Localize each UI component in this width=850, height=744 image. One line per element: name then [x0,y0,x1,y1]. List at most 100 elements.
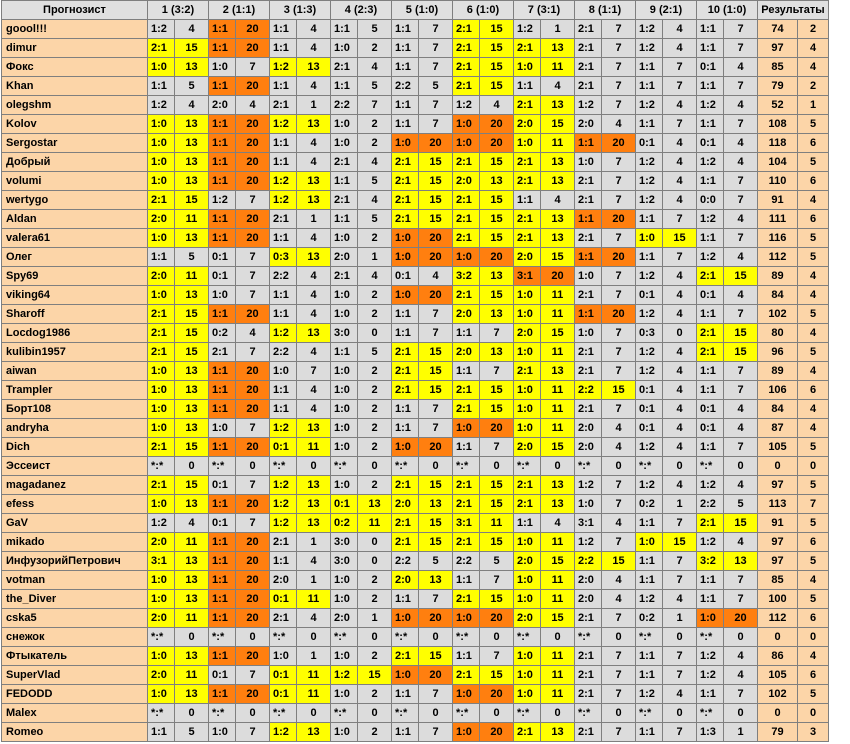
prediction-score: 3:0 [330,551,358,571]
prediction-score: *:* [147,627,175,647]
prediction-score: 1:0 [330,722,358,742]
prediction-points: 20 [479,418,514,438]
prediction-points: 15 [601,380,636,400]
exact-count: 7 [797,494,829,514]
table-row: Spy69 2:0 11 0:1 7 2:2 4 2:1 4 0:1 4 3:2 13 3:1 20 1:0 7… [1,266,829,286]
prediction-score: 1:0 [574,266,602,286]
prediction-score: 1:1 [635,551,663,571]
total-points: 112 [757,608,798,628]
prediction-points: 15 [174,304,209,324]
exact-count: 0 [797,627,829,647]
prediction-points: 7 [723,190,758,210]
prediction-points: 13 [357,494,392,514]
prediction-points: 15 [540,323,575,343]
total-points: 0 [757,703,798,723]
prediction-points: 7 [479,437,514,457]
prediction-points: 11 [540,57,575,77]
prediction-points: 7 [601,475,636,495]
prediction-score: *:* [635,627,663,647]
prediction-points: 7 [723,570,758,590]
prediction-points: 13 [174,114,209,134]
prediction-points: 4 [174,513,209,533]
prediction-points: 4 [418,266,453,286]
prediction-score: 0:1 [696,133,724,153]
prediction-points: 0 [479,627,514,647]
prediction-score: 1:1 [452,570,480,590]
prediction-points: 0 [174,456,209,476]
prediction-points: 7 [418,418,453,438]
prediction-points: 4 [723,475,758,495]
prediction-points: 0 [662,456,697,476]
prediction-points: 20 [601,304,636,324]
prediction-score: 1:1 [696,570,724,590]
exact-count: 5 [797,342,829,362]
prediction-score: 1:2 [635,361,663,381]
total-points: 74 [757,19,798,39]
table-row: Malex *:* 0 *:* 0 *:* 0 *:* 0 *:* 0 *:* 0 *:* 0 *:* 0 *:*… [1,703,829,723]
prediction-score: *:* [696,627,724,647]
prediction-score: *:* [452,456,480,476]
table-row: Kolov 1:0 13 1:1 20 1:2 13 1:0 2 1:1 7 1:0 20 2:0 15 2:… [1,114,829,134]
prediction-points: 1 [723,722,758,742]
prediction-points: 7 [723,171,758,191]
prediction-score: 1:1 [208,437,236,457]
prediction-score: 2:1 [147,38,175,58]
prediction-points: 4 [479,95,514,115]
prediction-points: 15 [174,342,209,362]
prediction-points: 4 [662,361,697,381]
prediction-score: 1:1 [208,551,236,571]
prediction-score: 1:1 [269,19,297,39]
player-name: Олег [1,247,148,267]
prediction-points: 0 [418,456,453,476]
prediction-score: 1:0 [330,437,358,457]
prediction-score: 1:0 [330,418,358,438]
prediction-points: 4 [723,247,758,267]
prediction-score: 1:0 [330,399,358,419]
total-points: 91 [757,190,798,210]
prediction-score: 2:0 [391,494,419,514]
prediction-score: 2:1 [452,190,480,210]
prediction-score: 1:1 [269,76,297,96]
prediction-score: 1:1 [574,304,602,324]
prediction-score: 2:0 [147,266,175,286]
prediction-score: 2:0 [513,247,541,267]
total-points: 86 [757,646,798,666]
prediction-score: 1:1 [513,190,541,210]
prediction-points: 7 [235,342,270,362]
prediction-points: 7 [418,722,453,742]
prediction-score: 2:1 [452,76,480,96]
total-points: 105 [757,437,798,457]
prediction-score: 1:0 [635,228,663,248]
prediction-score: 2:2 [696,494,724,514]
prediction-points: 15 [418,513,453,533]
prediction-points: 7 [723,684,758,704]
total-points: 85 [757,57,798,77]
prediction-score: 2:1 [391,152,419,172]
prediction-points: 4 [296,380,331,400]
prediction-points: 4 [357,57,392,77]
prediction-points: 4 [296,19,331,39]
prediction-score: 1:1 [208,570,236,590]
prediction-score: 1:0 [513,589,541,609]
prediction-points: 4 [296,608,331,628]
prediction-points: 15 [418,532,453,552]
prediction-score: 1:0 [513,57,541,77]
prediction-points: 7 [235,418,270,438]
table-row: снежок *:* 0 *:* 0 *:* 0 *:* 0 *:* 0 *:* 0 *:* 0 *:* 0 *:… [1,627,829,647]
prediction-score: 0:1 [635,380,663,400]
prediction-score: 1:2 [696,665,724,685]
prediction-score: 2:0 [574,570,602,590]
prediction-points: 7 [357,95,392,115]
prediction-points: 4 [723,95,758,115]
prediction-points: 7 [479,361,514,381]
prediction-points: 4 [296,133,331,153]
prediction-points: 20 [235,399,270,419]
header-match-2: 2 (1:1) [208,0,270,20]
prediction-score: 1:2 [635,342,663,362]
prediction-points: 7 [723,19,758,39]
prediction-points: 13 [296,475,331,495]
prediction-points: 11 [540,380,575,400]
header-match-4: 4 (2:3) [330,0,392,20]
prediction-points: 15 [174,190,209,210]
prediction-score: 2:1 [574,171,602,191]
